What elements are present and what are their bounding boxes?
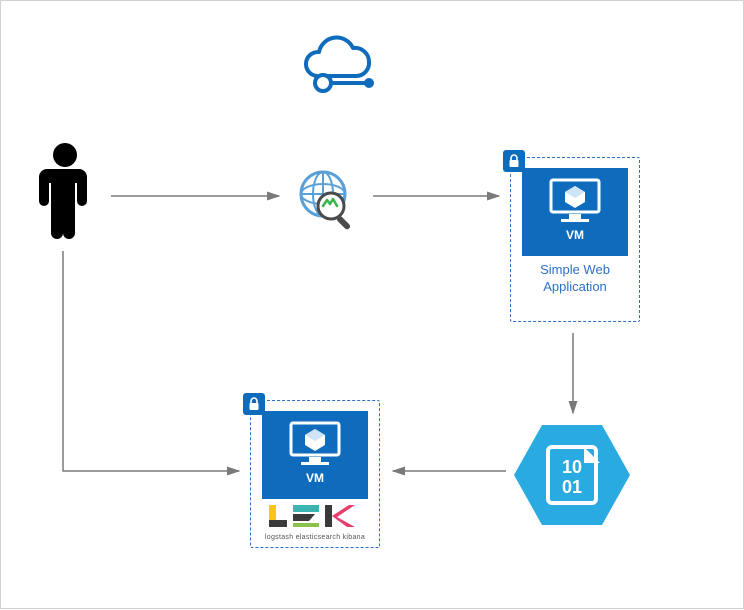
- vm-monitor-icon: [285, 419, 345, 469]
- web-monitor-icon: [293, 166, 363, 236]
- app-vm-group: VM Simple Web Application: [510, 157, 640, 322]
- app-vm-caption: Simple Web Application: [517, 262, 633, 296]
- architecture-diagram: VM Simple Web Application VM: [0, 0, 744, 609]
- lek-logo: logstash elasticsearch kibana: [257, 503, 373, 541]
- vm-monitor-icon: [545, 176, 605, 226]
- lock-icon: [503, 150, 525, 172]
- vm-tile-label: VM: [566, 228, 584, 242]
- lek-subtext: logstash elasticsearch kibana: [265, 534, 365, 541]
- azure-cloud-icon: [287, 31, 383, 101]
- elk-vm-group: VM logstash elasticsearch kibana: [250, 400, 380, 548]
- caption-line: Application: [543, 279, 607, 294]
- hex-row1: 10: [562, 457, 582, 477]
- lock-icon: [243, 393, 265, 415]
- data-hexagon: 10 01: [512, 423, 632, 527]
- caption-line: Simple Web: [540, 262, 610, 277]
- vm-tile-label: VM: [306, 471, 324, 485]
- arrow-user-to-elk: [63, 251, 239, 471]
- hex-row2: 01: [562, 477, 582, 497]
- vm-tile: VM: [522, 168, 628, 256]
- vm-tile: VM: [262, 411, 368, 499]
- user-icon: [35, 141, 95, 241]
